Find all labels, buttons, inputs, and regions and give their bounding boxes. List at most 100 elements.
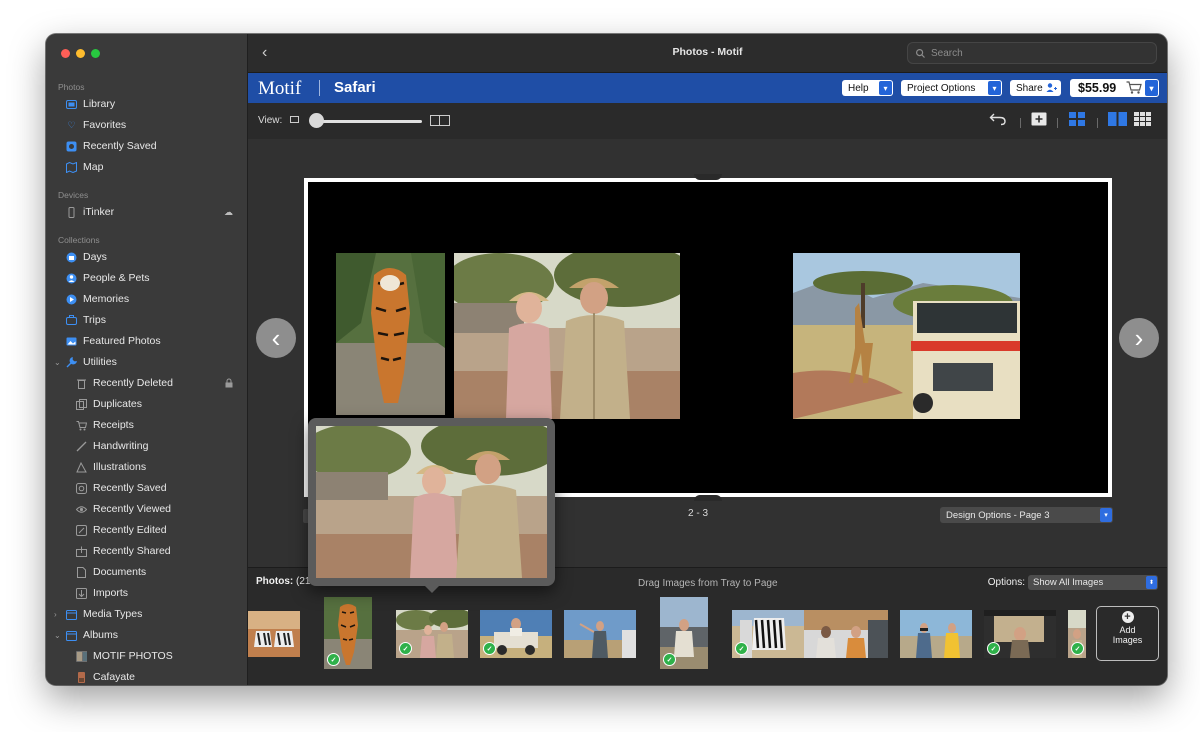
photo-giraffe-jeep[interactable] [793,253,1020,419]
sidebar-item-label: Albums [83,629,119,641]
design-options-label: Design Options - Page 3 [946,509,1050,521]
tray-thumbnail[interactable]: ✓ [480,610,552,658]
sidebar-item-motif-photos[interactable]: MOTIF PHOTOS [76,647,237,665]
chevron-down-icon[interactable]: ▾ [988,81,1001,95]
image-filter-select[interactable]: Show All Images ⬍ [1028,575,1158,590]
next-page-button[interactable]: › [1119,318,1159,358]
tray-thumbnail[interactable]: ✓ [396,610,468,658]
sidebar-item-recently-deleted[interactable]: Recently Deleted [76,374,237,392]
cloud-icon[interactable]: ☁ [224,207,233,218]
zoom-slider-track[interactable] [316,120,422,123]
tray-thumbnail[interactable]: ✓ [984,610,1056,658]
options-label: Options: [987,577,1025,588]
page-range-label: 2 - 3 [688,508,709,519]
tray-thumbnail[interactable]: ✓ [1068,610,1086,658]
search-placeholder: Search [931,47,963,59]
single-page-view-icon[interactable] [290,116,299,123]
library-icon [66,99,77,110]
sidebar-item-albums[interactable]: ⌄ Albums [54,626,237,644]
share-button[interactable]: Share [1010,80,1061,96]
sidebar-item-label: iTinker [83,206,115,218]
sidebar-item-days[interactable]: Days [66,248,237,266]
chevron-down-icon[interactable]: ▾ [879,81,892,95]
tray-thumbnail[interactable]: ✓ [324,597,372,669]
sidebar-item-featured-photos[interactable]: Featured Photos [66,332,237,350]
undo-icon[interactable] [989,112,1007,126]
sidebar-item-media-types[interactable]: › Media Types [54,605,237,623]
photo-couple[interactable] [454,253,680,419]
sidebar-item-cafayate[interactable]: Cafayate [76,668,237,685]
sidebar-item-map[interactable]: Map [66,158,237,176]
sidebar-item-imports[interactable]: Imports [76,584,237,602]
view-bar: View: [248,103,1167,139]
sidebar-item-label: Recently Saved [93,482,167,494]
search-icon [916,48,925,58]
sidebar-item-recently-shared[interactable]: Recently Shared [76,542,237,560]
help-label: Help [848,82,869,94]
sidebar-item-label: MOTIF PHOTOS [93,650,173,662]
sidebar-item-documents[interactable]: Documents [76,563,237,581]
search-input[interactable]: Search [907,42,1157,64]
sidebar: Photos Library ♡ Favorites Recently Save… [46,34,248,685]
tray-thumbnail[interactable] [248,611,300,657]
large-thumbnails-icon[interactable] [1108,112,1127,126]
help-button[interactable]: Help ▾ [842,80,893,96]
used-check-icon: ✓ [327,653,340,666]
album-thumb-icon [76,650,87,662]
project-options-button[interactable]: Project Options ▾ [901,80,1002,96]
sidebar-item-memories[interactable]: Memories [66,290,237,308]
window-controls [61,49,100,58]
add-images-button[interactable]: + Add Images [1096,606,1159,661]
photo-tiger[interactable] [336,253,445,415]
sidebar-item-recently-saved-utility[interactable]: Recently Saved [76,479,237,497]
sidebar-item-illustrations[interactable]: Illustrations [76,458,237,476]
chevron-down-icon[interactable]: ⌄ [54,358,61,367]
sidebar-item-label: Cafayate [93,671,136,683]
sidebar-item-duplicates[interactable]: Duplicates [76,395,237,413]
layout-grid-icon[interactable] [1069,112,1085,126]
cart-icon [1126,81,1142,94]
sidebar-item-itinker[interactable]: iTinker ☁ [66,203,237,221]
add-images-label-line1: Add [1119,625,1136,635]
sidebar-item-favorites[interactable]: ♡ Favorites [66,116,237,134]
minimize-window-button[interactable] [76,49,85,58]
albums-icon [66,630,77,641]
tray-thumbnail[interactable] [564,610,636,658]
tray-thumbnail[interactable]: ✓ [732,610,804,658]
chevron-updown-icon[interactable]: ⬍ [1146,576,1157,589]
zoom-window-button[interactable] [91,49,100,58]
sidebar-item-utilities[interactable]: ⌄ Utilities [54,353,237,371]
sidebar-item-library[interactable]: Library [66,95,237,113]
spread-view-icon[interactable] [430,115,450,126]
design-options-dropdown[interactable]: Design Options - Page 3 ▾ [940,507,1113,523]
sidebar-item-recently-viewed[interactable]: Recently Viewed [76,500,237,518]
used-check-icon: ✓ [483,642,496,655]
sidebar-item-handwriting[interactable]: Handwriting [76,437,237,455]
close-window-button[interactable] [61,49,70,58]
people-icon [66,273,77,284]
sidebar-item-label: People & Pets [83,272,150,284]
chevron-down-icon[interactable]: ⌄ [54,631,61,640]
add-page-icon[interactable] [1031,112,1047,126]
sidebar-item-recently-saved[interactable]: Recently Saved [66,137,237,155]
zoom-slider-knob[interactable] [309,113,324,128]
days-icon [66,252,77,263]
tray-thumbnail[interactable] [804,610,888,658]
checkout-price-button[interactable]: $55.99 ▾ [1070,79,1159,97]
chevron-right-icon[interactable]: › [54,610,57,619]
tray-thumbnail[interactable] [900,610,972,658]
small-thumbnails-icon[interactable] [1134,112,1151,126]
sidebar-item-people-pets[interactable]: People & Pets [66,269,237,287]
sidebar-item-label: Favorites [83,119,127,131]
previous-page-button[interactable]: ‹ [256,318,296,358]
eye-icon [76,504,87,515]
sidebar-item-label: Recently Saved [83,140,157,152]
sidebar-item-trips[interactable]: Trips [66,311,237,329]
tray-thumbnail[interactable]: ✓ [660,597,708,669]
chevron-down-icon[interactable]: ▾ [1100,508,1112,522]
chevron-down-icon[interactable]: ▾ [1145,80,1158,96]
sidebar-item-label: Trips [83,314,106,326]
sidebar-item-receipts[interactable]: Receipts [76,416,237,434]
sidebar-item-recently-edited[interactable]: Recently Edited [76,521,237,539]
plus-icon: + [1121,611,1134,623]
